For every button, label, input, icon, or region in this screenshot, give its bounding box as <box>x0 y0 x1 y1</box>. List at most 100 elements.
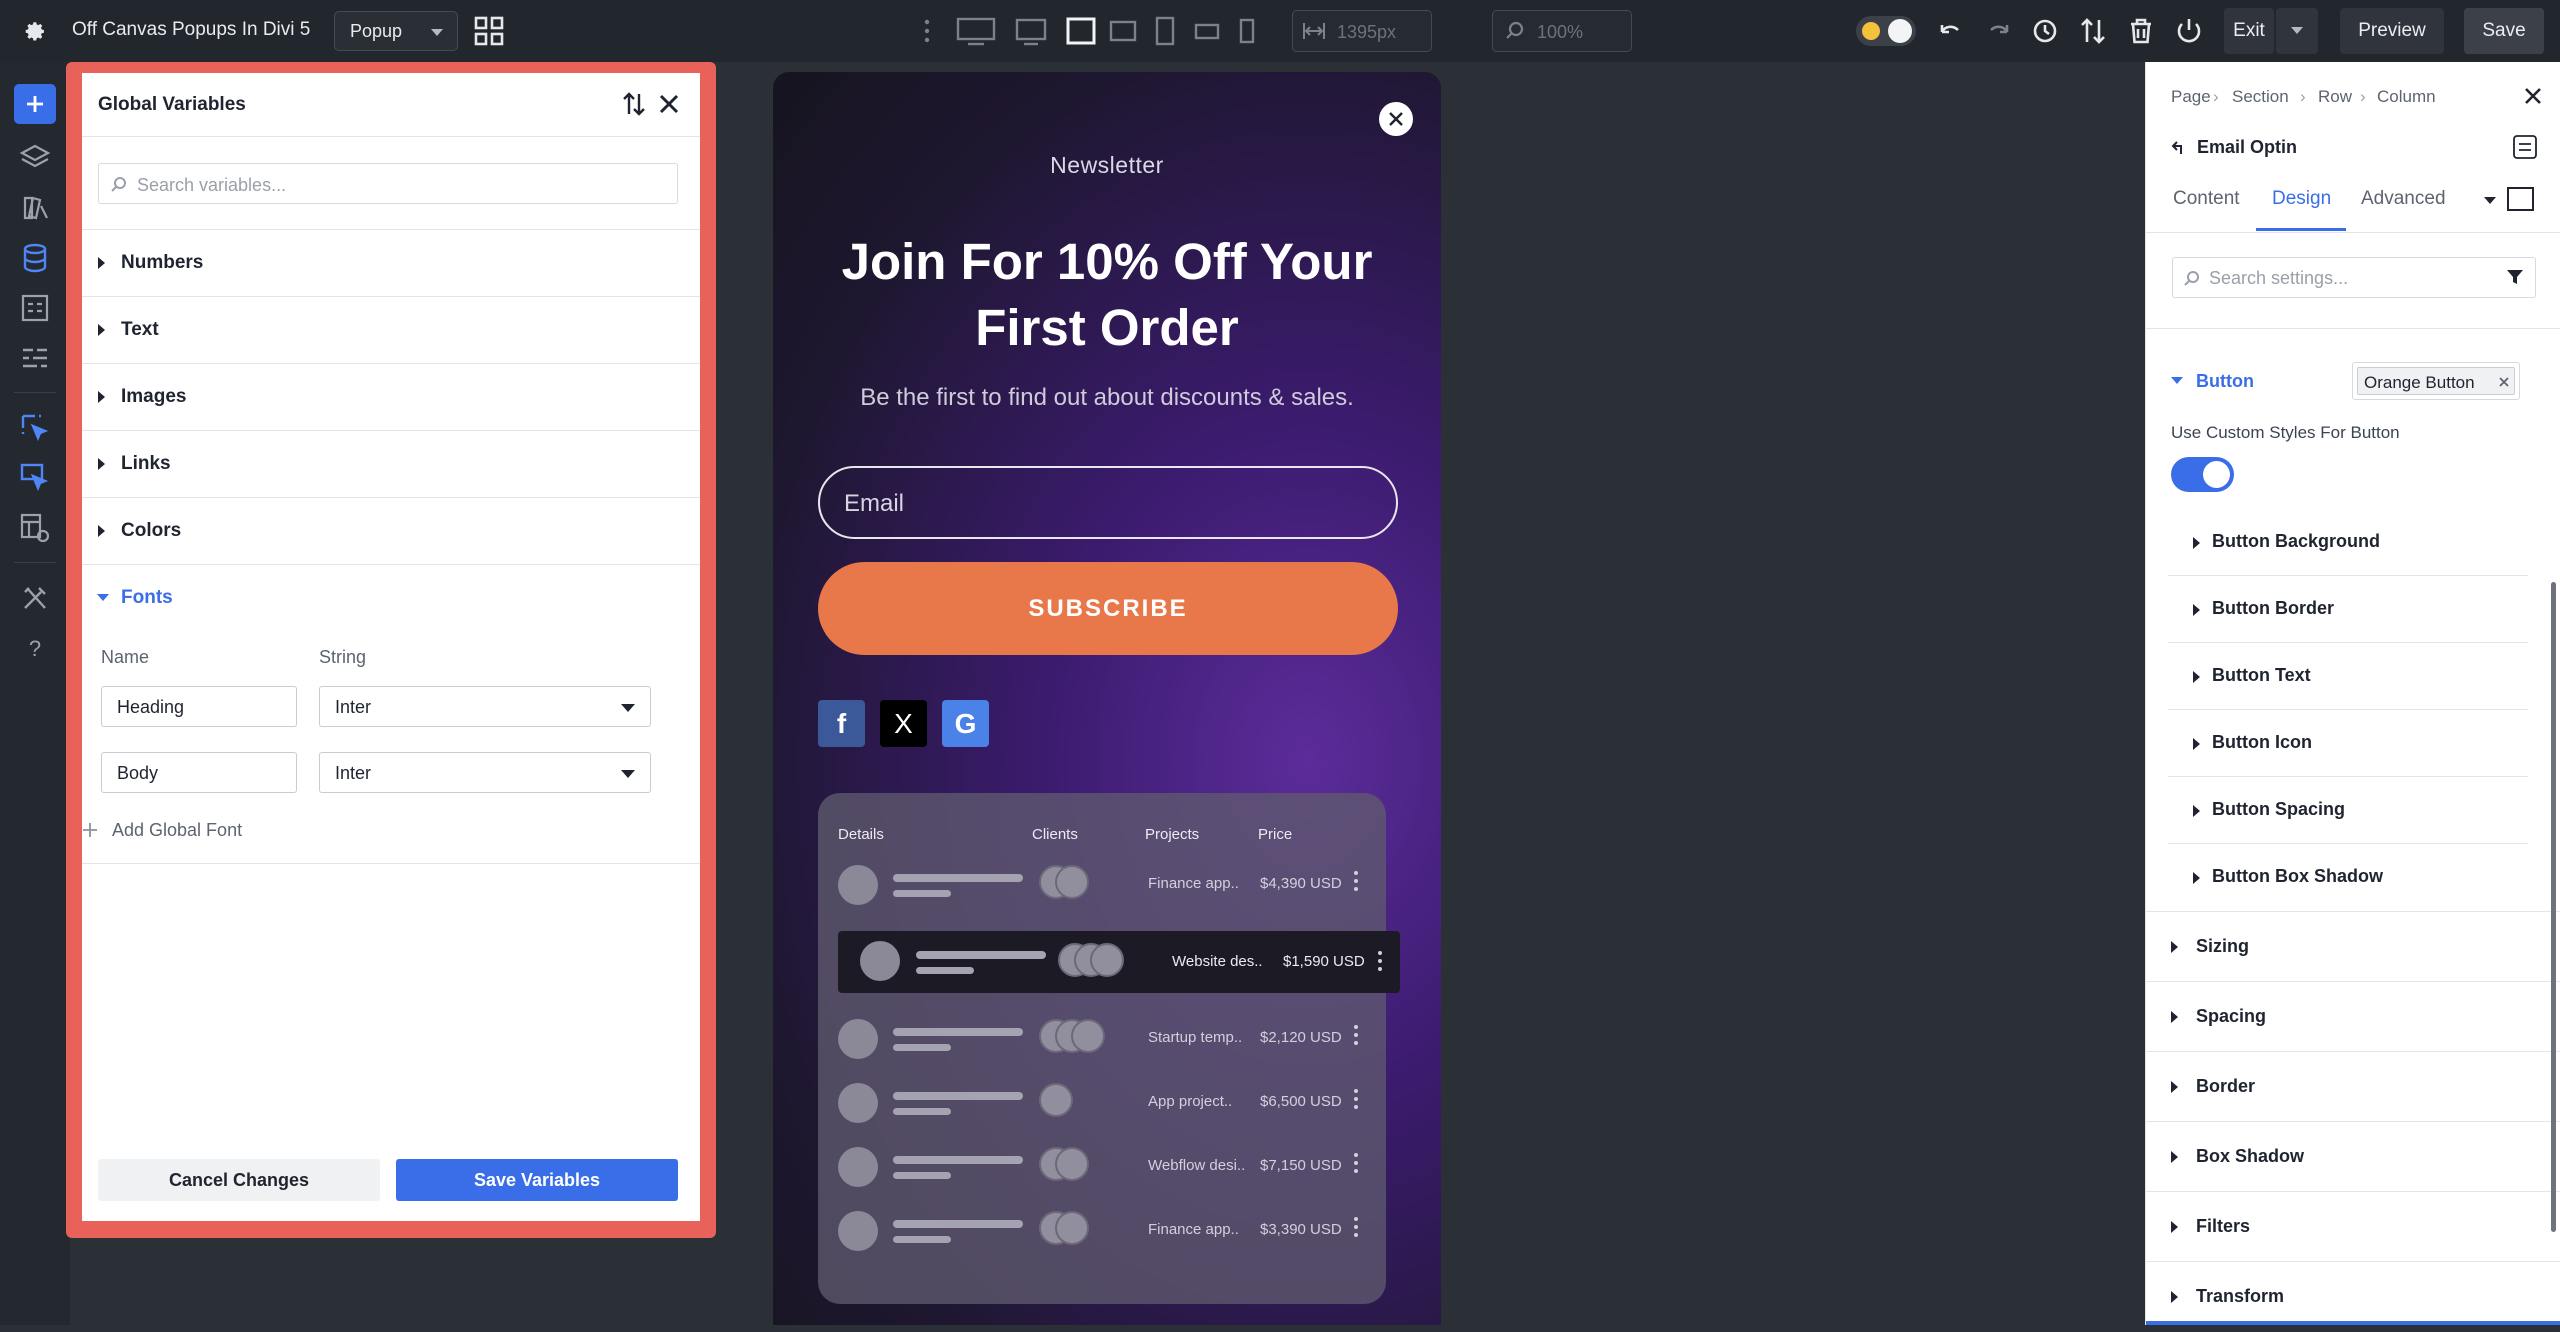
dark-mode-toggle[interactable] <box>1856 16 1916 46</box>
preset-selector[interactable]: Orange Button <box>2352 362 2520 400</box>
section-images[interactable]: Images <box>82 363 700 430</box>
laptop-icon-active[interactable] <box>1064 14 1098 48</box>
font-name-field[interactable]: Heading <box>101 686 297 727</box>
scrollbar-thumb[interactable] <box>2551 582 2556 1232</box>
filter-icon[interactable] <box>2506 268 2524 286</box>
font-select[interactable]: Inter <box>319 752 651 793</box>
caret-right-icon <box>2171 1081 2178 1093</box>
subsection-button-border[interactable]: Button Border <box>2168 576 2528 643</box>
section-filters[interactable]: Filters <box>2146 1192 2560 1262</box>
text-placeholder <box>893 1220 1023 1228</box>
portability-icon[interactable] <box>17 290 53 326</box>
email-input[interactable]: Email <box>818 466 1398 539</box>
section-numbers[interactable]: Numbers <box>82 229 700 296</box>
tools-icon[interactable] <box>17 580 53 616</box>
section-box-shadow[interactable]: Box Shadow <box>2146 1122 2560 1192</box>
preset-chip[interactable]: Orange Button <box>2357 367 2515 395</box>
preview-button[interactable]: Preview <box>2340 8 2444 54</box>
remove-preset-icon[interactable] <box>2498 376 2510 388</box>
breadcrumb-section[interactable]: Section <box>2232 87 2289 107</box>
section-links[interactable]: Links <box>82 430 700 497</box>
button-group-label[interactable]: Button <box>2196 371 2254 392</box>
caret-down-icon[interactable] <box>2171 377 2183 384</box>
wide-desktop-icon[interactable] <box>956 14 996 48</box>
subsection-button-background[interactable]: Button Background <box>2168 509 2528 576</box>
variables-search-input[interactable]: Search variables... <box>98 163 678 204</box>
facebook-icon[interactable]: f <box>818 700 865 747</box>
database-icon[interactable] <box>17 240 53 276</box>
sort-arrows-icon[interactable] <box>620 90 648 118</box>
add-module-button[interactable] <box>14 84 56 124</box>
settings-search-input[interactable]: Search settings... <box>2172 257 2536 298</box>
history-clock-icon[interactable] <box>2028 14 2062 48</box>
add-global-font-button[interactable]: Add Global Font <box>82 817 282 847</box>
exit-dropdown-button[interactable] <box>2276 8 2318 54</box>
tablet-icon[interactable] <box>1148 14 1182 48</box>
structure-icon[interactable] <box>17 340 53 376</box>
section-sizing[interactable]: Sizing <box>2146 912 2560 982</box>
font-name-field[interactable]: Body <box>101 752 297 793</box>
caret-right-icon <box>2171 941 2178 953</box>
desktop-icon[interactable] <box>1014 14 1048 48</box>
tab-design[interactable]: Design <box>2272 188 2331 210</box>
breadcrumb-page[interactable]: Page <box>2171 87 2211 107</box>
redo-icon[interactable] <box>1981 14 2015 48</box>
wireframe-view-icon[interactable] <box>2507 187 2534 211</box>
section-colors[interactable]: Colors <box>82 497 700 564</box>
subsection-button-text[interactable]: Button Text <box>2168 643 2528 710</box>
save-variables-button[interactable]: Save Variables <box>396 1159 678 1201</box>
font-select[interactable]: Inter <box>319 686 651 727</box>
grid-icon[interactable] <box>472 14 506 48</box>
variables-search-placeholder: Search variables... <box>137 175 287 195</box>
mockup-header-projects: Projects <box>1145 826 1200 843</box>
tab-advanced[interactable]: Advanced <box>2361 188 2446 210</box>
subsection-button-icon[interactable]: Button Icon <box>2168 710 2528 777</box>
section-border[interactable]: Border <box>2146 1052 2560 1122</box>
subscribe-button[interactable]: SUBSCRIBE <box>818 562 1398 655</box>
subsection-button-spacing[interactable]: Button Spacing <box>2168 777 2528 844</box>
layout-type-select[interactable]: Popup <box>334 11 458 51</box>
custom-styles-toggle[interactable] <box>2171 457 2234 492</box>
tab-content[interactable]: Content <box>2173 188 2240 210</box>
popup-heading-line2: First Order <box>975 299 1239 356</box>
popup-close-button[interactable] <box>1379 102 1413 136</box>
back-arrow-icon[interactable] <box>2171 140 2185 156</box>
section-label[interactable]: Fonts <box>121 587 173 609</box>
power-icon[interactable] <box>2172 14 2206 48</box>
text-placeholder <box>893 890 951 897</box>
caret-down-icon[interactable] <box>97 594 109 601</box>
section-spacing[interactable]: Spacing <box>2146 982 2560 1052</box>
breadcrumb-row[interactable]: Row <box>2318 87 2352 107</box>
phone-landscape-icon[interactable] <box>1190 14 1224 48</box>
close-icon[interactable] <box>2523 86 2543 106</box>
tablet-landscape-icon[interactable] <box>1106 14 1140 48</box>
x-twitter-icon[interactable]: X <box>880 700 927 747</box>
zoom-search-icon <box>1506 21 1524 39</box>
phone-icon[interactable] <box>1230 14 1264 48</box>
client-avatar <box>1090 943 1124 977</box>
multi-select-icon[interactable] <box>17 460 53 496</box>
google-icon[interactable]: G <box>942 700 989 747</box>
svg-text:?: ? <box>29 636 41 661</box>
caret-right-icon <box>2193 671 2200 683</box>
click-select-icon[interactable] <box>17 410 53 446</box>
exit-button[interactable]: Exit <box>2224 8 2274 54</box>
subsection-button-box-shadow[interactable]: Button Box Shadow <box>2168 844 2528 911</box>
theme-builder-icon[interactable] <box>17 510 53 546</box>
more-vertical-icon[interactable] <box>910 14 944 48</box>
close-icon[interactable] <box>656 91 682 117</box>
help-icon[interactable]: ? <box>17 630 53 666</box>
caret-right-icon <box>98 458 105 470</box>
sort-arrows-icon[interactable] <box>2076 14 2110 48</box>
module-options-icon[interactable] <box>2512 134 2538 160</box>
save-button[interactable]: Save <box>2464 8 2544 54</box>
cancel-changes-button[interactable]: Cancel Changes <box>98 1159 380 1201</box>
chevron-down-icon[interactable] <box>2484 197 2496 204</box>
library-icon[interactable] <box>17 190 53 226</box>
layers-icon[interactable] <box>17 140 53 176</box>
trash-icon[interactable] <box>2124 14 2158 48</box>
settings-gear-icon[interactable] <box>20 17 48 45</box>
undo-icon[interactable] <box>1934 14 1968 48</box>
section-text[interactable]: Text <box>82 296 700 363</box>
breadcrumb-column[interactable]: Column <box>2377 87 2436 107</box>
